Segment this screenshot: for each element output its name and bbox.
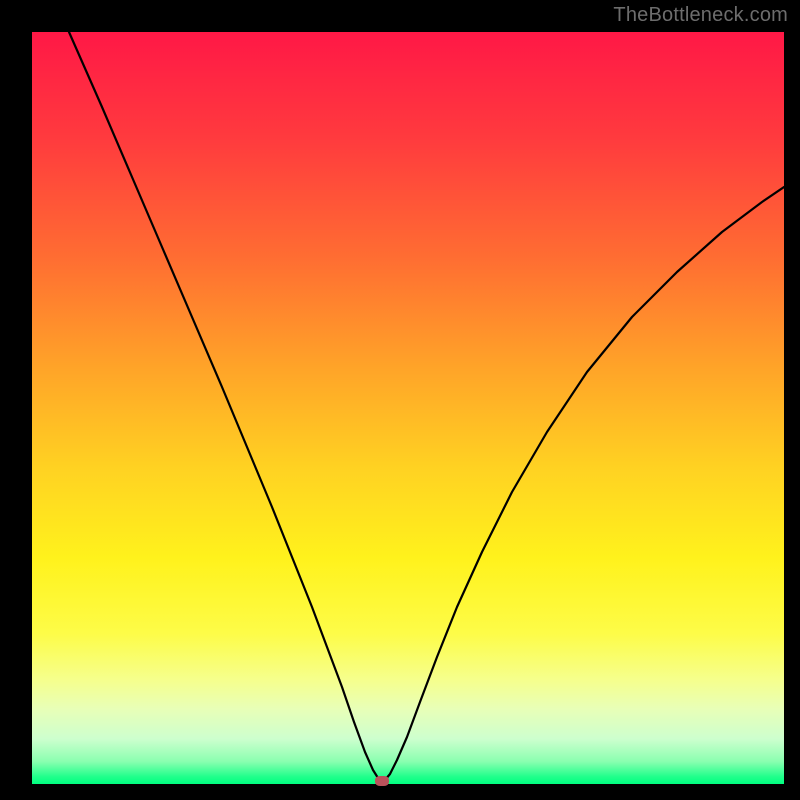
watermark-text: TheBottleneck.com: [613, 4, 788, 27]
minimum-marker: [375, 776, 389, 786]
chart-frame: TheBottleneck.com: [0, 0, 800, 800]
bottleneck-curve: [32, 32, 784, 784]
plot-area: [32, 32, 784, 784]
